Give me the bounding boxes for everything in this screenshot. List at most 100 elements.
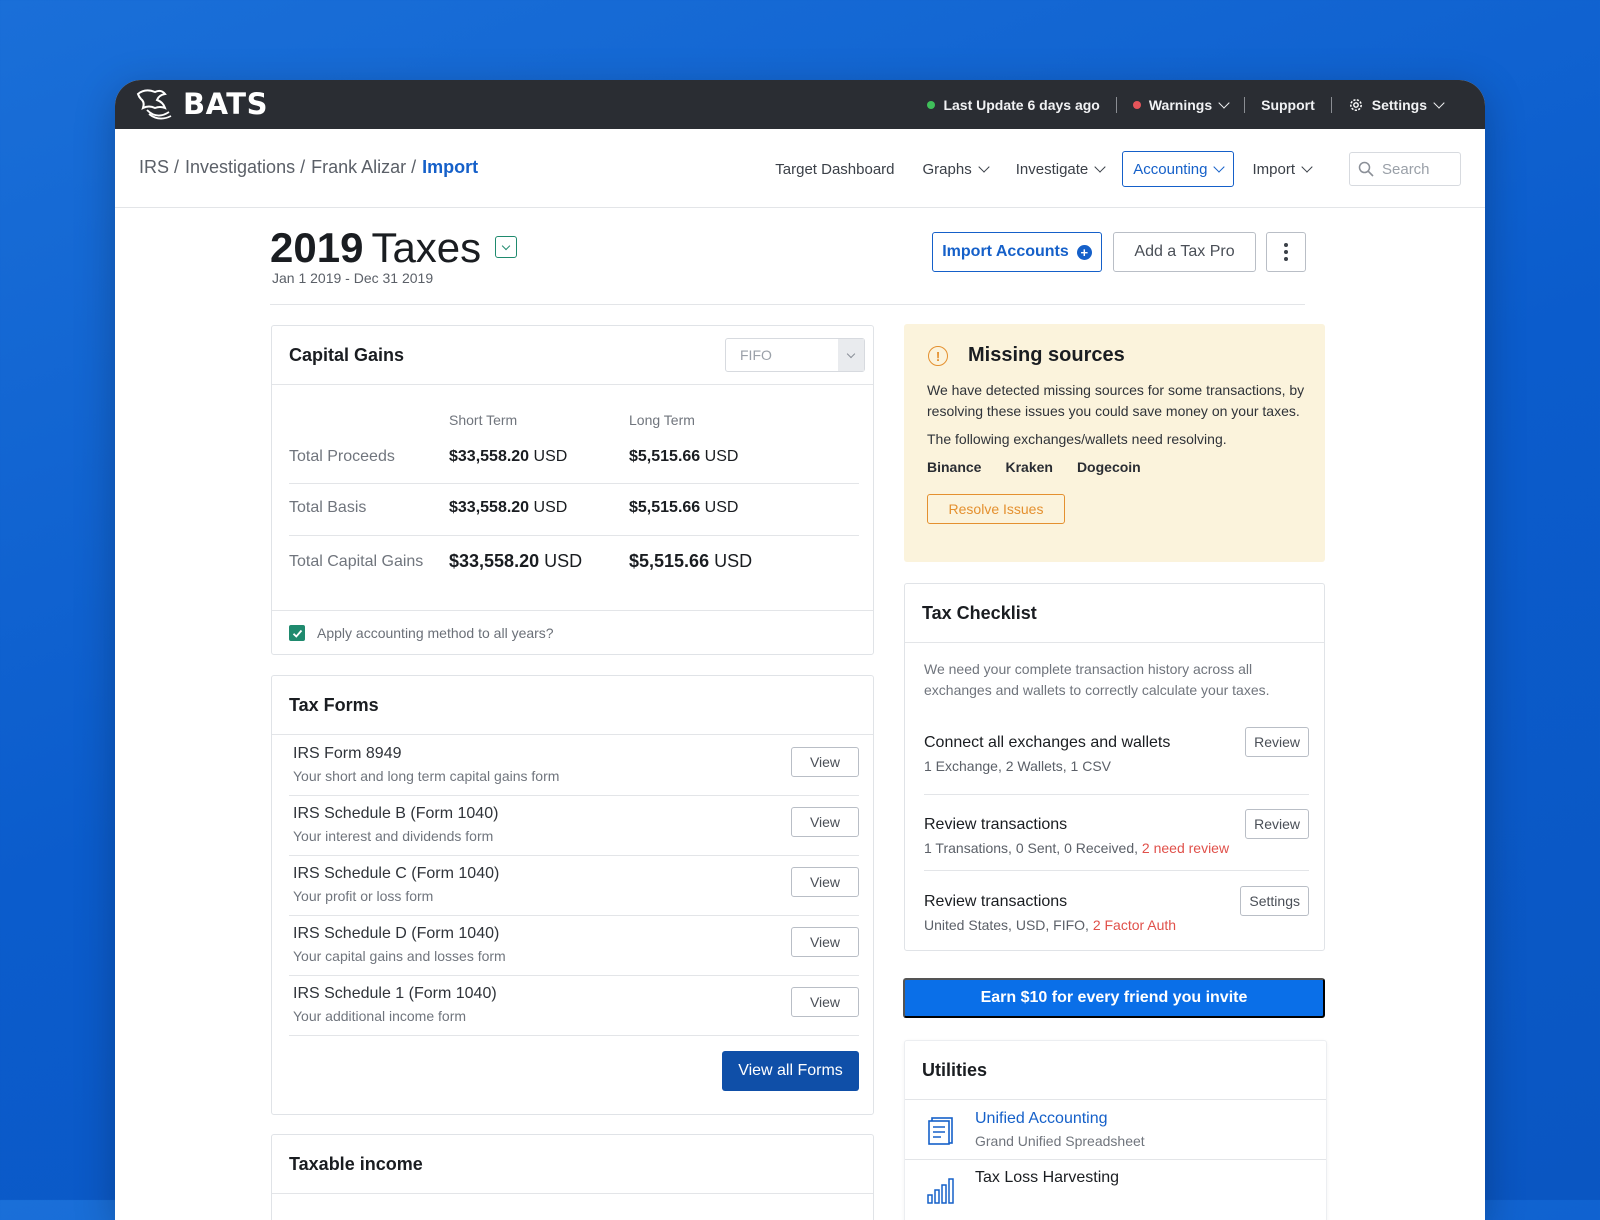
form-name: IRS Form 8949: [293, 745, 401, 763]
import-accounts-button[interactable]: Import Accounts +: [932, 232, 1102, 272]
summary-text: 1 Exchange, 2 Wallets, 1 CSV: [924, 758, 1112, 774]
checklist-item-summary: 1 Exchange, 2 Wallets, 1 CSV: [924, 758, 1111, 774]
support-link[interactable]: Support: [1245, 97, 1331, 113]
utility-subtitle: Grand Unified Spreadsheet: [975, 1133, 1145, 1149]
alert-title: Missing sources: [968, 344, 1125, 366]
chevron-down-icon: [1433, 96, 1445, 109]
settings-label: Settings: [1371, 96, 1427, 113]
amount: $33,558.20: [449, 499, 530, 516]
nav-investigate[interactable]: Investigate: [1006, 152, 1115, 186]
resolve-issues-button[interactable]: Resolve Issues: [927, 494, 1065, 524]
nav-accounting[interactable]: Accounting: [1122, 151, 1235, 187]
view-form-button[interactable]: View: [791, 747, 859, 777]
form-name: IRS Schedule B (Form 1040): [293, 805, 498, 823]
review-button[interactable]: Review: [1245, 809, 1309, 839]
select-value: FIFO: [740, 347, 772, 363]
nav-import[interactable]: Import: [1242, 152, 1321, 186]
exchange-name: Dogecoin: [1076, 459, 1141, 475]
form-name-suffix: (Form 1040): [408, 985, 497, 1002]
add-tax-pro-button[interactable]: Add a Tax Pro: [1113, 232, 1256, 272]
apply-all-label: Apply accounting method to all years?: [317, 625, 554, 641]
breadcrumb-import: Import: [422, 157, 479, 177]
breadcrumb-frank-alizar[interactable]: Frank Alizar /: [311, 157, 416, 178]
apply-all-checkbox[interactable]: [289, 625, 305, 641]
alert-icon: !: [928, 346, 948, 366]
warnings-label: Warnings: [1148, 96, 1213, 113]
breadcrumb-irs[interactable]: IRS /: [139, 157, 179, 178]
row-label: Total Capital Gains: [289, 553, 424, 570]
view-form-button[interactable]: View: [791, 807, 859, 837]
form-name-suffix: (Form 1040): [410, 805, 499, 822]
select-caret: [838, 339, 864, 371]
page-title: 2019 Taxes: [270, 224, 481, 272]
date-range: Jan 1 2019 - Dec 31 2019: [272, 270, 434, 286]
short-term-value: $33,558.20 USD: [449, 499, 567, 517]
breadcrumb: IRS / Investigations / Frank Alizar / Im…: [139, 157, 478, 178]
breadcrumb-investigations[interactable]: Investigations /: [185, 157, 305, 178]
nav-target-dashboard[interactable]: Target Dashboard: [765, 152, 904, 186]
chevron-down-icon: [1218, 96, 1230, 109]
checklist-item-summary: United States, USD, FIFO, 2 Factor Auth: [924, 917, 1176, 933]
amount: $5,515.66: [629, 499, 701, 516]
warnings-menu[interactable]: Warnings: [1117, 97, 1244, 113]
list-item: IRS Schedule C (Form 1040) Your profit o…: [289, 855, 859, 916]
form-name: IRS Schedule D (Form 1040): [293, 925, 499, 943]
list-item[interactable]: Tax Loss Harvesting: [905, 1159, 1326, 1218]
exchange-name: Kraken: [1005, 459, 1053, 475]
view-form-button[interactable]: View: [791, 927, 859, 957]
form-name: IRS Schedule C (Form 1040): [293, 865, 499, 883]
column-header-long-term: Long Term: [629, 412, 695, 428]
capital-gains-card: Capital Gains FIFO Short Term Long Term …: [271, 325, 874, 655]
checklist-item: Connect all exchanges and wallets 1 Exch…: [924, 727, 1309, 810]
accounting-method-select[interactable]: FIFO: [725, 338, 865, 372]
nav-label: Investigate: [1015, 160, 1089, 178]
app-name: BATS: [183, 87, 268, 121]
view-form-button[interactable]: View: [791, 987, 859, 1017]
form-name: IRS Schedule 1 (Form 1040): [293, 985, 497, 1003]
bat-logo-icon: [136, 89, 172, 120]
top-bar: BATS Last Update 6 days ago Warnings Sup…: [115, 80, 1485, 129]
chevron-down-icon: [978, 161, 990, 173]
nav-label: Target Dashboard: [775, 160, 895, 178]
currency: USD: [704, 448, 739, 465]
utilities-card: Utilities Unified Accounting Grand Unifi…: [904, 1040, 1327, 1220]
row-label: Total Basis: [289, 499, 367, 516]
divider: [924, 794, 1309, 795]
alert-subtext: The following exchanges/wallets need res…: [927, 431, 1227, 447]
card-title: Utilities: [905, 1041, 1326, 1100]
chevron-down-icon: [846, 349, 856, 358]
card-title: Tax Checklist: [905, 584, 1324, 643]
review-button[interactable]: Review: [1245, 727, 1309, 757]
settings-button[interactable]: Settings: [1240, 886, 1309, 916]
list-item[interactable]: Unified Accounting Grand Unified Spreads…: [905, 1100, 1326, 1160]
table-row: Total Proceeds $33,558.20 USD $5,515.66 …: [289, 438, 859, 484]
apply-all-years-option: Apply accounting method to all years?: [272, 610, 873, 655]
chevron-down-icon: [1213, 161, 1226, 173]
chevron-down-icon: [501, 241, 511, 250]
form-name-text: IRS Form 8949: [293, 745, 402, 762]
search-placeholder: Search: [1382, 160, 1430, 178]
chevron-down-icon: [1094, 161, 1106, 173]
taxable-income-card: Taxable income: [271, 1134, 874, 1220]
amount: $33,558.20: [449, 551, 540, 571]
referral-button[interactable]: Earn $10 for every friend you invite: [903, 978, 1325, 1018]
more-options-button[interactable]: [1266, 232, 1306, 272]
view-all-forms-button[interactable]: View all Forms: [722, 1051, 859, 1091]
settings-menu[interactable]: Settings: [1332, 97, 1459, 113]
view-form-button[interactable]: View: [791, 867, 859, 897]
page-title-text: Taxes: [371, 224, 482, 271]
page-header: 2019 Taxes Jan 1 2019 - Dec 31 2019 Impo…: [270, 224, 1306, 305]
checklist-item-title: Review transactions: [924, 893, 1068, 910]
nav-graphs[interactable]: Graphs: [913, 152, 998, 186]
column-header-short-term: Short Term: [449, 412, 518, 428]
logo[interactable]: BATS: [135, 86, 268, 122]
long-term-value: $5,515.66 USD: [629, 551, 752, 572]
needs-review-link[interactable]: 2 need review: [1142, 840, 1229, 856]
search-input[interactable]: Search: [1349, 152, 1461, 186]
gear-icon: [1349, 98, 1362, 111]
last-update-status: Last Update 6 days ago: [911, 97, 1115, 113]
utility-title: Unified Accounting: [975, 1110, 1108, 1127]
nav-label: Graphs: [922, 160, 972, 178]
year-dropdown[interactable]: [495, 236, 517, 258]
two-factor-link[interactable]: 2 Factor Auth: [1093, 917, 1176, 933]
